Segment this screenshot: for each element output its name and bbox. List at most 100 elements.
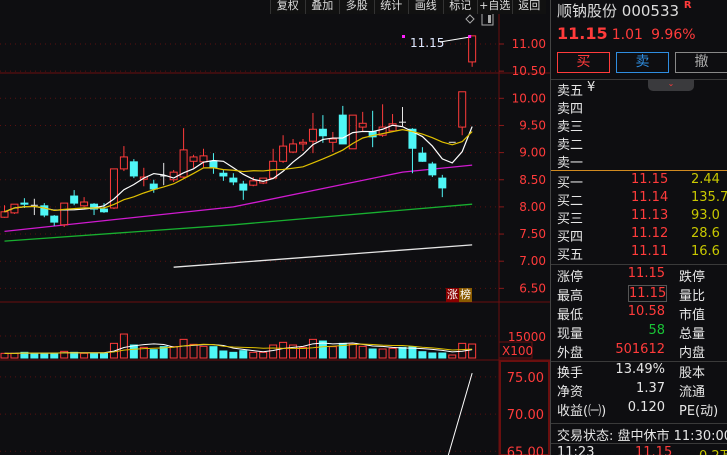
volume-bar: [308, 338, 317, 359]
price-tick-label: 9.50: [519, 118, 546, 132]
price-tick-label: 8.00: [519, 200, 546, 214]
candle: [60, 202, 69, 227]
candle: [239, 180, 248, 200]
fin-value: 1.37: [636, 381, 665, 396]
volume-bar: [279, 341, 288, 359]
sell-button[interactable]: 卖: [616, 52, 669, 73]
buy-level-price: 11.13: [631, 208, 669, 223]
panel-toggle-icon: [488, 15, 491, 23]
volume-bar: [179, 338, 188, 359]
candle-body: [338, 114, 347, 145]
buy-button[interactable]: 买: [557, 52, 610, 73]
candle-body: [60, 202, 69, 226]
toolbar-button[interactable]: 多股: [339, 0, 374, 14]
indicator-tick-label: 70.00: [507, 408, 544, 423]
toolbar-button[interactable]: 统计: [373, 0, 408, 14]
expand-chevron-icon[interactable]: ⌄: [648, 79, 694, 91]
volume-bar: [199, 345, 208, 359]
volume-bar: [80, 352, 89, 359]
candle-body: [458, 91, 467, 128]
stat-label: 内盘: [679, 346, 706, 361]
candle-body: [328, 138, 337, 143]
volume-bar: [388, 347, 397, 359]
tick-volume: 0.2万: [699, 445, 727, 455]
volume-bar: [100, 352, 108, 359]
stat-value: 501612: [615, 342, 665, 357]
stat-value: 58: [648, 323, 665, 338]
candle: [229, 173, 238, 186]
candle-body: [289, 143, 298, 153]
candle-body: [119, 156, 128, 170]
candle-body: [0, 211, 9, 218]
toolbar-button[interactable]: 返回: [511, 0, 546, 14]
candle: [169, 169, 178, 182]
volume-bar: [428, 352, 437, 359]
volume-bar: [249, 351, 258, 359]
fin-label: 流通: [679, 385, 706, 400]
marker-dot: [468, 35, 472, 38]
fin-label: PE(动): [679, 404, 719, 419]
toolbar-button[interactable]: 画线: [408, 0, 443, 14]
volume-bar: [229, 351, 238, 359]
stat-label: 跌停: [679, 270, 706, 285]
buy-level-price: 11.12: [631, 226, 669, 241]
volume-bar: [119, 333, 128, 359]
price-tick-label: 7.00: [519, 254, 546, 268]
indicator-tick-label: 65.00: [507, 445, 544, 455]
volume-bar: [368, 348, 377, 359]
candle: [90, 203, 99, 216]
fin-label: 股本: [679, 366, 706, 381]
candle: [70, 190, 79, 206]
volume-bar: [398, 346, 407, 359]
stat-value: 10.58: [627, 304, 665, 319]
fin-value: 13.49%: [615, 362, 665, 377]
sell-level-label: 卖五: [557, 84, 584, 99]
candle: [378, 104, 387, 137]
volume-bar: [219, 350, 228, 359]
toolbar-button[interactable]: 标记: [442, 0, 477, 14]
chart-toolbar: 复权 叠加 多股 统计 画线 标记 +自选 返回: [270, 0, 546, 14]
stat-label: 市值: [679, 308, 706, 323]
stat-label: 最高: [557, 289, 584, 304]
candle: [179, 128, 188, 179]
sell-level-label: 卖一: [557, 156, 584, 171]
moving-average-line: [173, 244, 473, 268]
toolbar-button[interactable]: 复权: [270, 0, 305, 14]
candle: [80, 197, 89, 207]
kline-chart[interactable]: 11.00 10.50 10.00 9.50 9.00 8.50 8.00 7.50 7.00 6…: [0, 0, 550, 455]
sell-level-label: 卖四: [557, 102, 584, 117]
candle: [119, 146, 128, 172]
volume-bar: [448, 354, 457, 359]
volume-bar: [149, 349, 158, 359]
volume-bar: [269, 344, 278, 359]
limit-up-badge[interactable]: 涨榜: [446, 288, 472, 302]
stock-code: 000533: [621, 2, 680, 20]
toolbar-button[interactable]: 叠加: [304, 0, 339, 14]
volume-bar: [50, 352, 59, 359]
candle: [40, 203, 49, 218]
candle: [299, 139, 307, 151]
volume-bar: [0, 352, 9, 359]
candle: [189, 154, 198, 168]
candle: [368, 110, 377, 148]
volume-bar: [169, 346, 178, 359]
candle-body: [100, 208, 108, 213]
candle-body: [468, 35, 477, 63]
pct-change: 9.96%: [651, 27, 696, 43]
candle-body: [209, 160, 218, 169]
volume-bar: [438, 352, 447, 359]
last-price: 11.15: [557, 24, 608, 43]
toolbar-button[interactable]: +自选: [477, 0, 512, 14]
candle-body: [109, 168, 118, 209]
buy-level-label: 买一: [557, 176, 584, 191]
candle: [279, 135, 288, 163]
candle-body: [129, 161, 138, 177]
price-tick-label: 6.50: [519, 281, 546, 295]
panel-toggle-icon: [481, 12, 494, 26]
cancel-button[interactable]: 撤: [675, 52, 727, 73]
candle: [458, 91, 467, 136]
candle: [358, 111, 367, 132]
candle-body: [299, 141, 307, 145]
stat-label: 总量: [679, 327, 706, 342]
buy-level-volume: 28.6: [691, 226, 720, 241]
